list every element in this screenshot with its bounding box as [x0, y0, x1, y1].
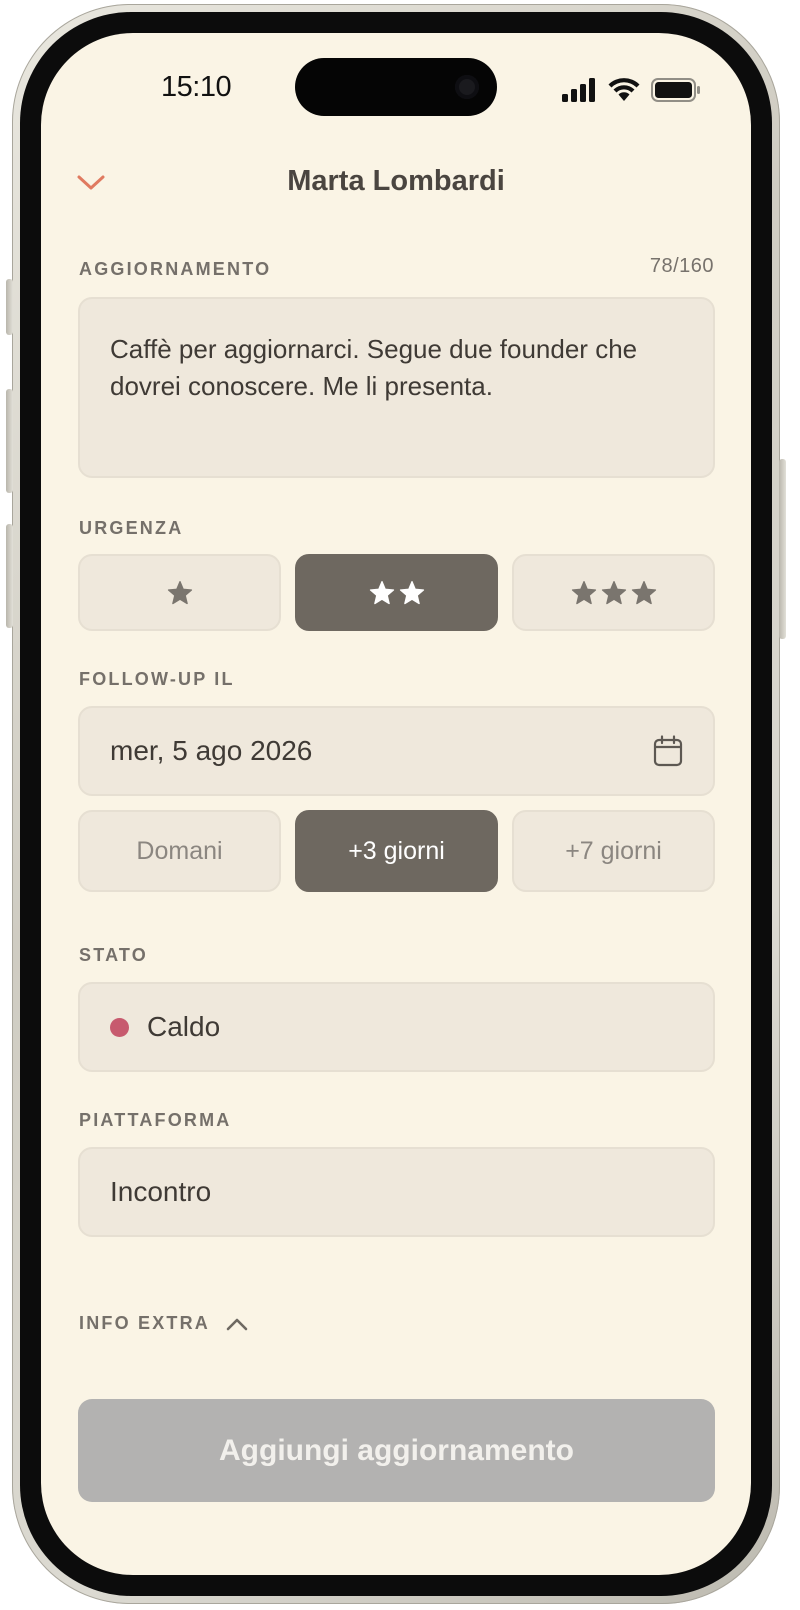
add-update-button[interactable]: Aggiungi aggiornamento	[78, 1399, 715, 1502]
followup-date-value: mer, 5 ago 2026	[110, 735, 313, 766]
star-icon	[631, 580, 656, 604]
star-icon	[571, 580, 596, 604]
platform-value: Incontro	[110, 1176, 212, 1207]
character-counter: 78/160	[649, 255, 714, 277]
dynamic-island	[295, 58, 497, 116]
urgency-option-2[interactable]	[295, 554, 498, 631]
volume-down-button	[6, 524, 13, 628]
star-icon	[369, 580, 394, 604]
platform-select[interactable]: Incontro	[78, 1147, 715, 1237]
battery-icon	[651, 77, 700, 102]
star-icon	[167, 580, 192, 604]
update-label: AGGIORNAMENTO	[79, 259, 272, 279]
urgency-option-3[interactable]	[512, 554, 715, 631]
power-button	[779, 459, 786, 639]
status-label: STATO	[79, 945, 148, 965]
status-time: 15:10	[161, 71, 232, 103]
update-textarea[interactable]: Caffè per aggiornarci. Segue due founder…	[78, 297, 715, 478]
quick-option-7-days[interactable]: +7 giorni	[512, 810, 715, 892]
extra-info-label: INFO EXTRA	[79, 1313, 211, 1333]
calendar-icon	[653, 735, 683, 767]
status-icons	[561, 77, 701, 102]
followup-label: FOLLOW-UP IL	[79, 669, 235, 689]
page-title: Marta Lombardi	[287, 165, 505, 197]
screen: 15:10 Marta Lombardi AGGIORNAMENTO 78/16…	[41, 33, 751, 1575]
quick-option-3-days[interactable]: +3 giorni	[295, 810, 498, 892]
extra-info-toggle[interactable]: INFO EXTRA	[79, 1313, 248, 1334]
phone-bezel: 15:10 Marta Lombardi AGGIORNAMENTO 78/16…	[20, 12, 772, 1596]
status-dot	[110, 1017, 129, 1037]
wifi-icon	[608, 78, 640, 101]
chevron-up-icon	[226, 1318, 248, 1330]
phone-frame: 15:10 Marta Lombardi AGGIORNAMENTO 78/16…	[6, 4, 786, 1604]
platform-label: PIATTAFORMA	[79, 1110, 232, 1130]
urgency-option-1[interactable]	[78, 554, 281, 631]
urgency-label: URGENZA	[79, 518, 184, 538]
status-select[interactable]: Caldo	[78, 982, 715, 1072]
followup-date-field[interactable]: mer, 5 ago 2026	[78, 706, 715, 796]
quick-option-tomorrow[interactable]: Domani	[78, 810, 281, 892]
star-icon	[601, 580, 626, 604]
status-value: Caldo	[147, 1011, 221, 1042]
signal-icon	[562, 77, 595, 102]
action-button	[6, 279, 13, 335]
camera-icon	[455, 75, 479, 99]
star-icon	[399, 580, 424, 604]
volume-up-button	[6, 389, 13, 493]
